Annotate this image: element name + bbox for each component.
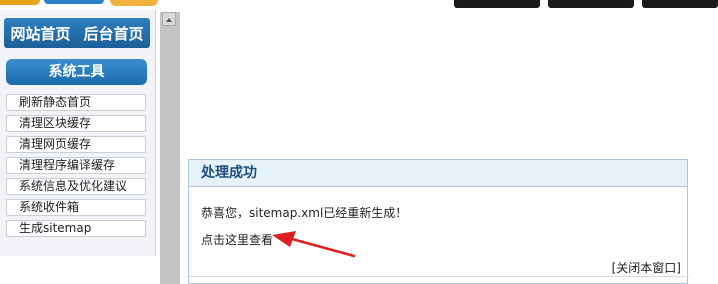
success-dialog: 处理成功 恭喜您，sitemap.xml已经重新生成！ 点击这里查看 [关闭本窗… <box>188 159 689 284</box>
dialog-title: 处理成功 <box>189 160 687 187</box>
annotation-arrow-icon <box>272 231 356 258</box>
view-link[interactable]: 点击这里查看 <box>201 231 273 248</box>
sidebar: 网站首页 后台首页 系统工具 刷新静态首页 清理区块缓存 清理网页缓存 清理程序… <box>0 10 156 256</box>
sidebar-section-title[interactable]: 系统工具 <box>6 59 147 85</box>
sidebar-item-refresh-static-home[interactable]: 刷新静态首页 <box>6 94 146 111</box>
close-window-link[interactable]: [关闭本窗口] <box>612 259 681 276</box>
dialog-divider <box>189 276 689 277</box>
sidebar-item-system-info[interactable]: 系统信息及优化建议 <box>6 178 146 195</box>
sidebar-menu: 刷新静态首页 清理区块缓存 清理网页缓存 清理程序编译缓存 系统信息及优化建议 … <box>6 94 146 241</box>
top-tab-3[interactable] <box>642 0 718 8</box>
sidebar-item-generate-sitemap[interactable]: 生成sitemap <box>6 220 146 237</box>
sidebar-item-clear-compile-cache[interactable]: 清理程序编译缓存 <box>6 157 146 174</box>
site-home-link[interactable]: 网站首页 <box>10 23 70 44</box>
admin-home-link[interactable]: 后台首页 <box>83 23 143 44</box>
top-tab-2[interactable] <box>548 0 634 8</box>
logo <box>0 0 160 8</box>
top-bar <box>0 0 718 8</box>
sidebar-nav-header: 网站首页 后台首页 <box>4 18 150 48</box>
sidebar-item-system-inbox[interactable]: 系统收件箱 <box>6 199 146 216</box>
scroll-up-icon[interactable] <box>162 12 176 26</box>
sidebar-item-clear-page-cache[interactable]: 清理网页缓存 <box>6 136 146 153</box>
sidebar-item-clear-block-cache[interactable]: 清理区块缓存 <box>6 115 146 132</box>
top-tab-1[interactable] <box>454 0 540 8</box>
frame-scrollbar[interactable] <box>160 12 180 284</box>
success-message: 恭喜您，sitemap.xml已经重新生成！ <box>201 206 408 220</box>
